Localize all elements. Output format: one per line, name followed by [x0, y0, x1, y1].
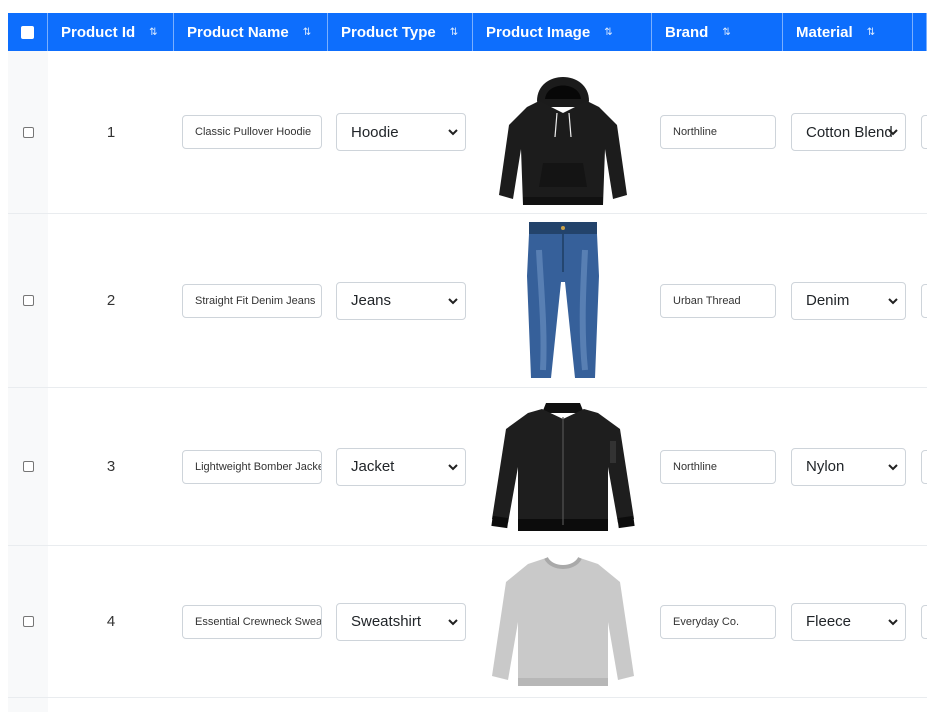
- table-row: 1 Classic Pullover Hoodie Hoodie Northli…: [8, 51, 927, 214]
- select-value: Jeans: [351, 292, 392, 309]
- brand-input[interactable]: Northline: [660, 449, 776, 484]
- material-select[interactable]: Denim: [791, 281, 906, 320]
- brand-input[interactable]: Urban Thread: [660, 283, 776, 318]
- sort-icon[interactable]: ⇅: [450, 27, 458, 38]
- select-value: Denim: [806, 292, 850, 309]
- select-value: Sweatshirt: [351, 613, 422, 630]
- header-product-id[interactable]: Product Id ⇅: [48, 13, 174, 51]
- product-name-input[interactable]: Lightweight Bomber Jacket: [182, 449, 322, 484]
- header-label: Product Id: [61, 23, 136, 41]
- table-row: [8, 698, 927, 712]
- header-product-type[interactable]: Product Type ⇅: [328, 13, 473, 51]
- table-row: 4 Essential Crewneck Sweatshirt Sweatshi…: [8, 546, 927, 698]
- product-name-input[interactable]: Classic Pullover Hoodie: [182, 115, 322, 149]
- product-id: 3: [106, 458, 116, 475]
- header-label: Product Name: [187, 23, 289, 41]
- sort-icon[interactable]: ⇅: [303, 27, 311, 38]
- gray-crewneck-sweatshirt-image: [483, 546, 643, 697]
- sort-icon[interactable]: ⇅: [149, 27, 157, 38]
- next-column-input[interactable]: [921, 449, 927, 484]
- header-label: Product Type: [341, 23, 436, 41]
- select-value: Nylon: [806, 458, 845, 475]
- select-value: Hoodie: [351, 123, 399, 141]
- chevron-down-icon: [888, 297, 898, 304]
- header-label: Brand: [665, 23, 709, 41]
- select-value: Fleece: [806, 613, 852, 630]
- sort-icon[interactable]: ⇅: [722, 27, 730, 38]
- chevron-down-icon: [448, 618, 458, 625]
- grid-header: Product Id ⇅ Product Name ⇅ Product Type…: [8, 13, 927, 51]
- row-select-cell: [8, 546, 48, 697]
- brand-input[interactable]: Northline: [660, 115, 776, 149]
- sort-icon[interactable]: ⇅: [604, 27, 612, 38]
- select-all-cell: [8, 13, 48, 51]
- chevron-down-icon: [448, 129, 458, 136]
- table-row: 2 Straight Fit Denim Jeans Jeans Urban T…: [8, 214, 927, 388]
- chevron-down-icon: [448, 297, 458, 304]
- product-name-input[interactable]: Essential Crewneck Sweatshirt: [182, 604, 322, 639]
- next-column-input[interactable]: [921, 115, 927, 149]
- select-value: Jacket: [351, 458, 395, 475]
- black-bomber-jacket-image: [483, 388, 643, 545]
- product-id: 1: [106, 123, 116, 141]
- row-select-cell: [8, 388, 48, 545]
- row-checkbox[interactable]: [22, 461, 34, 472]
- chevron-down-icon: [888, 129, 898, 136]
- table-row: 3 Lightweight Bomber Jacket Jacket North…: [8, 388, 927, 546]
- product-type-select[interactable]: Jeans: [336, 281, 466, 320]
- brand-input[interactable]: Everyday Co.: [660, 604, 776, 639]
- material-select[interactable]: Nylon: [791, 447, 906, 486]
- header-product-name[interactable]: Product Name ⇅: [174, 13, 328, 51]
- blue-denim-jeans-image: [483, 214, 643, 387]
- product-name-input[interactable]: Straight Fit Denim Jeans: [182, 283, 322, 318]
- header-product-image[interactable]: Product Image ⇅: [473, 13, 652, 51]
- product-id: 4: [106, 613, 116, 630]
- header-material[interactable]: Material ⇅: [783, 13, 913, 51]
- header-brand[interactable]: Brand ⇅: [652, 13, 783, 51]
- black-hoodie-image: [483, 51, 643, 213]
- chevron-down-icon: [888, 463, 898, 470]
- row-select-cell: [8, 214, 48, 387]
- row-select-cell: [8, 51, 48, 213]
- chevron-down-icon: [448, 463, 458, 470]
- header-label: Material: [796, 23, 853, 41]
- product-id: 2: [106, 292, 116, 309]
- header-more: [913, 13, 927, 51]
- chevron-down-icon: [888, 618, 898, 625]
- material-select[interactable]: Fleece: [791, 602, 906, 641]
- sort-icon[interactable]: ⇅: [867, 27, 875, 38]
- next-column-input[interactable]: [921, 604, 927, 639]
- row-checkbox[interactable]: [22, 126, 34, 138]
- row-checkbox[interactable]: [22, 295, 34, 306]
- next-column-input[interactable]: [921, 283, 927, 318]
- product-type-select[interactable]: Jacket: [336, 447, 466, 486]
- product-type-select[interactable]: Hoodie: [336, 113, 466, 151]
- header-label: Product Image: [486, 23, 591, 41]
- product-grid: Product Id ⇅ Product Name ⇅ Product Type…: [8, 13, 927, 712]
- select-value: Cotton Blend: [806, 123, 893, 141]
- select-all-checkbox[interactable]: [21, 25, 34, 39]
- material-select[interactable]: Cotton Blend: [791, 113, 906, 151]
- row-checkbox[interactable]: [22, 616, 34, 627]
- product-type-select[interactable]: Sweatshirt: [336, 602, 466, 641]
- row-select-cell: [8, 698, 48, 712]
